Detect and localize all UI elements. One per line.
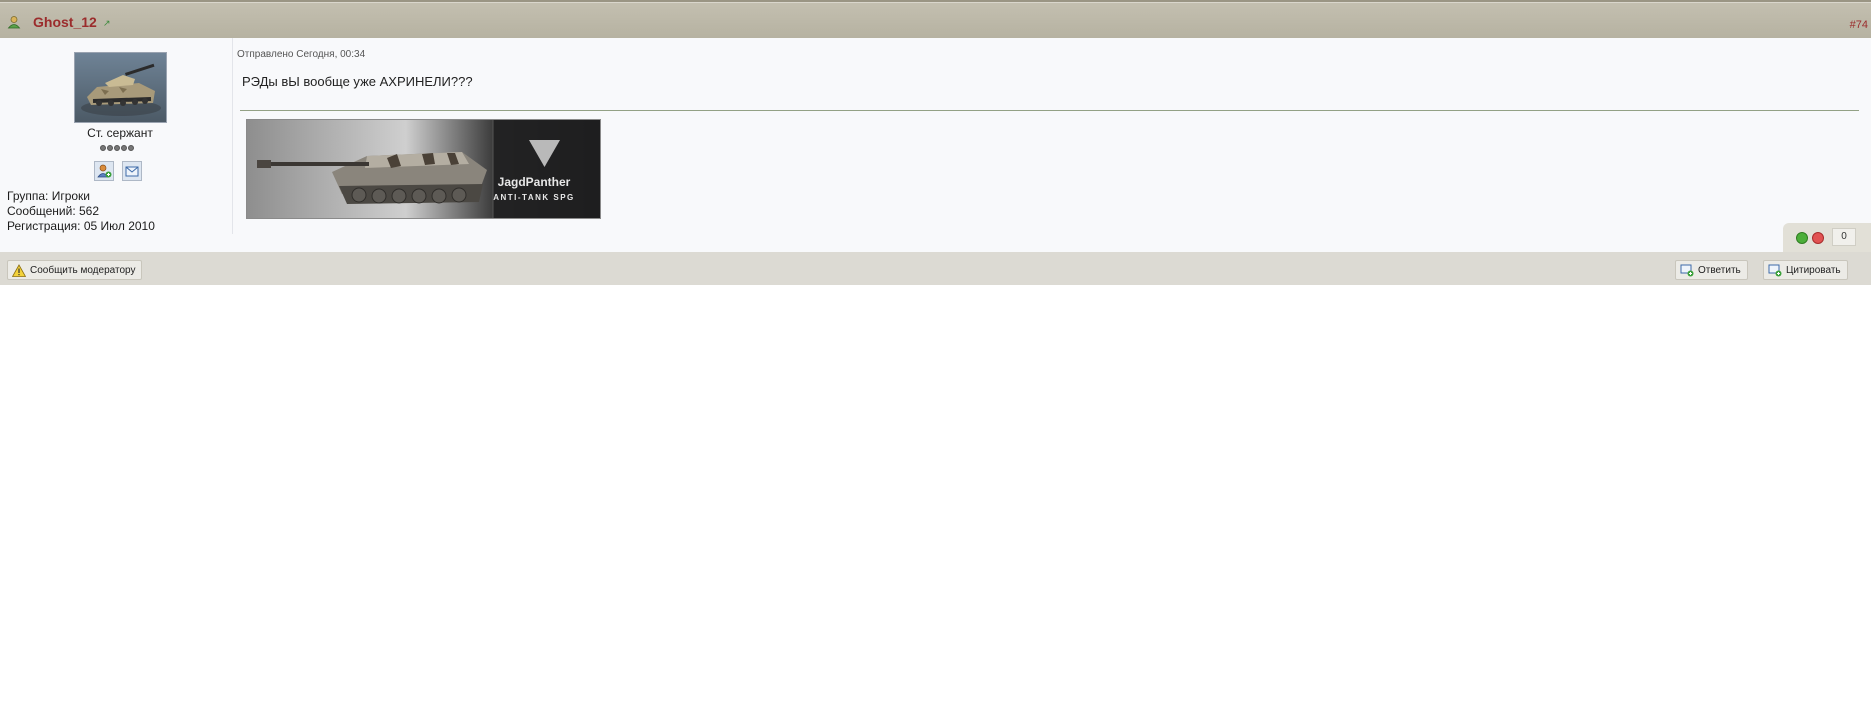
add-friend-icon [97, 164, 112, 178]
rank-pip [128, 145, 134, 151]
reply-button[interactable]: Ответить [1675, 260, 1748, 280]
post-number-link[interactable]: #74 [1850, 19, 1868, 31]
external-link-icon[interactable]: ↗ [103, 18, 111, 29]
reply-label: Ответить [1698, 264, 1741, 276]
rep-down-icon[interactable] [1812, 232, 1824, 244]
send-message-button[interactable] [122, 161, 142, 181]
warning-icon [12, 263, 26, 277]
rank-pip [100, 145, 106, 151]
rank-pip [121, 145, 127, 151]
user-post-count: Сообщений: 562 [7, 204, 100, 218]
rank-pip [114, 145, 120, 151]
post-header: Ghost_12 ↗ #74 [0, 2, 1871, 38]
signature-subtitle: ANTI-TANK SPG [493, 193, 575, 202]
user-online-icon [7, 16, 21, 29]
reply-icon [1680, 264, 1694, 276]
post-footer: Сообщить модератору Ответить Цитировать [0, 252, 1871, 285]
rank-pips [100, 145, 134, 151]
user-group: Группа: Игроки [7, 189, 91, 203]
signature-title: JagdPanther [498, 175, 571, 189]
rep-up-icon[interactable] [1796, 232, 1808, 244]
user-rank: Ст. сержант [87, 126, 153, 140]
envelope-icon [125, 166, 139, 177]
signature-banner: JagdPanther ANTI-TANK SPG [246, 119, 601, 219]
post-content: РЭДы вЫ вообще уже АХРИНЕЛИ??? [242, 74, 473, 89]
author-panel: Ст. сержант Группа: Игроки Сообщений: 56… [0, 38, 233, 234]
post-date: Отправлено Сегодня, 00:34 [237, 49, 366, 60]
report-button[interactable]: Сообщить модератору [7, 260, 143, 280]
quote-icon [1768, 264, 1782, 276]
signature-divider [240, 110, 1859, 111]
report-label: Сообщить модератору [30, 264, 136, 276]
reputation-box: 0 [1783, 223, 1871, 253]
author-name-link[interactable]: Ghost_12 [33, 14, 97, 30]
quote-button[interactable]: Цитировать [1763, 260, 1848, 280]
quote-label: Цитировать [1786, 264, 1841, 276]
avatar[interactable] [74, 52, 167, 123]
reputation-count: 0 [1832, 228, 1856, 246]
add-friend-button[interactable] [94, 161, 114, 181]
user-registered: Регистрация: 05 Июл 2010 [7, 219, 155, 233]
rank-pip [107, 145, 113, 151]
post-body: Ст. сержант Группа: Игроки Сообщений: 56… [0, 38, 1871, 253]
